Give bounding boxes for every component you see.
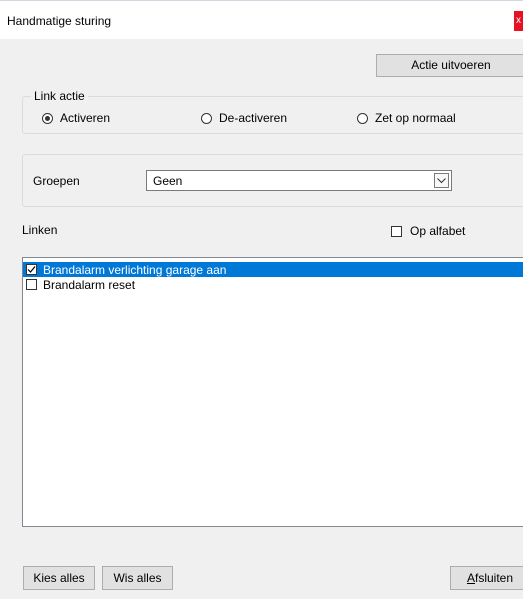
radio-de-activeren[interactable]: De-activeren — [201, 111, 287, 125]
actie-uitvoeren-button[interactable]: Actie uitvoeren — [376, 54, 523, 77]
checkmark-icon — [27, 266, 36, 273]
window-title: Handmatige sturing — [7, 14, 112, 28]
radio-label: Activeren — [60, 111, 111, 125]
list-item[interactable]: Brandalarm verlichting garage aan — [23, 262, 523, 277]
afsluiten-mnemonic: A — [466, 571, 475, 585]
radio-circle — [42, 112, 53, 124]
afsluiten-label: fsluiten — [474, 571, 514, 585]
radio-circle — [357, 112, 368, 124]
op-alfabet-label: Op alfabet — [410, 224, 466, 238]
radio-activeren[interactable]: Activeren — [42, 111, 110, 125]
link-actie-label: Link actie — [31, 89, 88, 103]
list-item-label: Brandalarm verlichting garage aan — [43, 262, 227, 277]
checkbox-box[interactable] — [26, 264, 37, 275]
groepen-value: Geen — [153, 174, 183, 188]
kies-alles-button[interactable]: Kies alles — [23, 566, 95, 590]
title-bar: Handmatige sturing x — [0, 1, 523, 39]
chevron-down-icon[interactable] — [434, 173, 449, 188]
groepen-select[interactable]: Geen — [146, 170, 452, 191]
groepen-label: Groepen — [33, 174, 80, 188]
radio-label: De-activeren — [219, 111, 288, 125]
afsluiten-button[interactable]: Afsluiten — [450, 566, 523, 590]
list-item[interactable]: Brandalarm reset — [23, 277, 523, 292]
radio-zet-op-normaal[interactable]: Zet op normaal — [357, 111, 456, 125]
list-item-label: Brandalarm reset — [43, 277, 136, 292]
radio-circle — [201, 112, 212, 124]
checkbox-box[interactable] — [391, 225, 402, 237]
op-alfabet-checkbox[interactable]: Op alfabet — [391, 224, 465, 238]
dialog-window: Handmatige sturing x Actie uitvoeren Lin… — [0, 0, 523, 599]
wis-alles-button[interactable]: Wis alles — [102, 566, 173, 590]
close-button[interactable]: x — [514, 11, 523, 31]
linken-label: Linken — [22, 223, 58, 237]
linken-list[interactable]: Brandalarm verlichting garage aan Branda… — [22, 257, 523, 527]
radio-label: Zet op normaal — [375, 111, 456, 125]
checkbox-box[interactable] — [26, 279, 37, 290]
